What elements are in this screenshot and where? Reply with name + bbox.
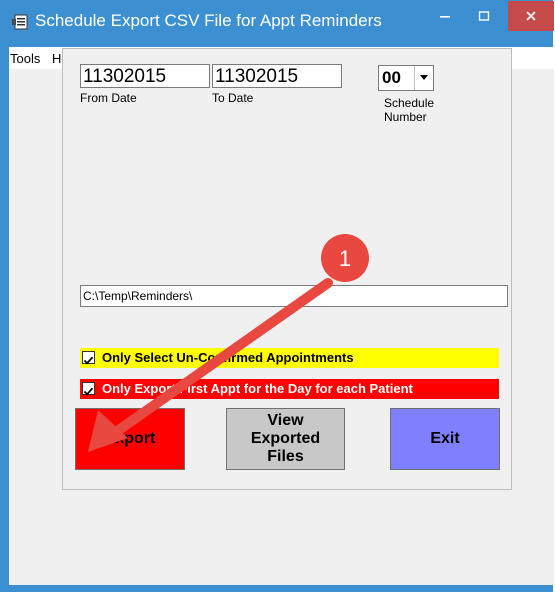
annotation-overlay: 1 <box>88 234 369 452</box>
annotation-arrow <box>111 278 333 437</box>
annotation-badge-number: 1 <box>339 246 351 271</box>
